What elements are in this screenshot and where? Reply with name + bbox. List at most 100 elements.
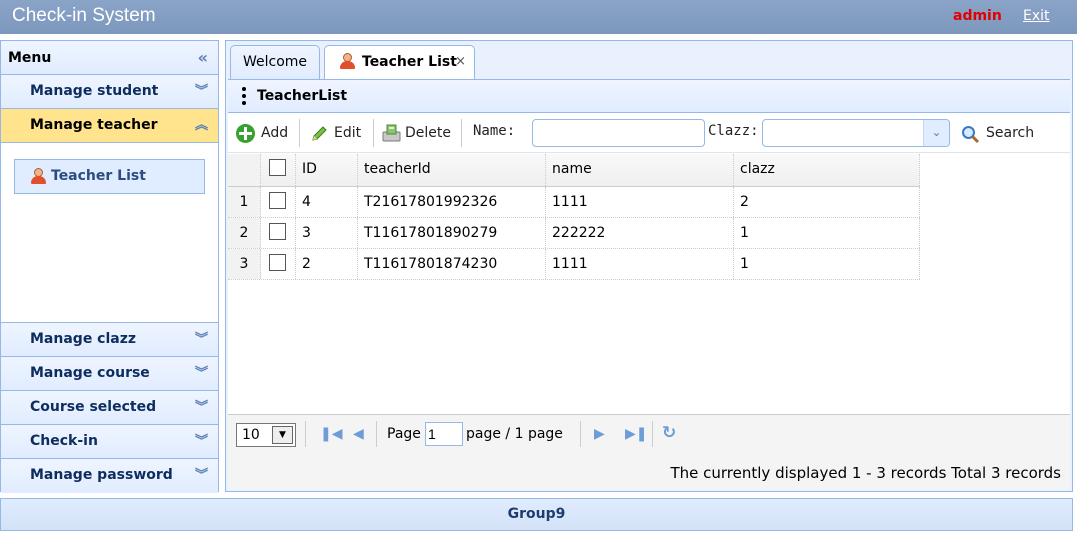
search-button[interactable]: Search	[961, 121, 1043, 145]
sidebar-item-label: Manage student	[30, 83, 159, 99]
cell-teacherid: T21617801992326	[358, 187, 546, 217]
cell-clazz: 2	[734, 187, 920, 217]
toolbar-separator	[299, 119, 300, 147]
pager-separator	[376, 421, 377, 447]
prev-page-icon[interactable]: ◀	[353, 426, 364, 442]
edit-label: Edit	[334, 125, 362, 141]
clazz-label: Clazz:	[708, 123, 759, 139]
top-header: Check-in System admin Exit	[0, 0, 1077, 34]
sidebar-item-check-in[interactable]: Check-in ︾	[1, 425, 218, 459]
column-header-clazz[interactable]: clazz	[734, 154, 920, 186]
sidebar-item-label: Manage clazz	[30, 331, 137, 347]
cell-id: 2	[296, 249, 358, 279]
cell-name: 1111	[546, 187, 734, 217]
delete-label: Delete	[405, 125, 451, 141]
footer: Group9	[0, 498, 1073, 531]
pagination-bar: 10 ▼ ❚◀ ◀ Page page / 1 page ▶ ▶❚ ↻ The …	[228, 414, 1070, 490]
sidebar-item-label: Manage password	[30, 467, 173, 483]
clazz-select[interactable]: ⌄	[762, 119, 950, 147]
row-checkbox[interactable]	[269, 254, 286, 271]
column-header-teacherid[interactable]: teacherId	[358, 154, 546, 186]
sidebar-item-manage-course[interactable]: Manage course ︾	[1, 357, 218, 391]
chevron-down-icon: ︾	[194, 332, 208, 347]
cell-teacherid: T11617801874230	[358, 249, 546, 279]
select-all-checkbox[interactable]	[269, 159, 286, 176]
sidebar-item-manage-teacher[interactable]: Manage teacher ︽	[1, 109, 218, 143]
records-summary: The currently displayed 1 - 3 records To…	[670, 464, 1061, 482]
menu-title: Menu	[8, 50, 52, 66]
delete-button[interactable]: Delete	[380, 121, 456, 145]
toolbar-separator	[373, 119, 374, 147]
page-total-text: page / 1 page	[466, 426, 563, 442]
person-icon	[30, 168, 47, 184]
sidebar-item-manage-password[interactable]: Manage password ︾	[1, 459, 218, 493]
toolbar-separator	[461, 119, 462, 147]
chevron-down-icon: ︾	[194, 434, 208, 449]
cell-clazz: 1	[734, 249, 920, 279]
sidebar-item-manage-student[interactable]: Manage student ︾	[1, 75, 218, 109]
app-title: Check-in System	[12, 5, 156, 26]
close-icon[interactable]: ×	[455, 46, 466, 78]
sidebar-menu: Menu « Manage student ︾ Manage teacher ︽…	[0, 40, 219, 493]
chevron-down-icon[interactable]: ⌄	[923, 120, 949, 146]
table-row[interactable]: 1 4 T21617801992326 1111 2	[228, 187, 920, 218]
cell-teacherid: T11617801890279	[358, 218, 546, 248]
search-icon	[962, 126, 980, 144]
row-checkbox[interactable]	[269, 192, 286, 209]
next-page-icon[interactable]: ▶	[594, 426, 605, 442]
first-page-icon[interactable]: ❚◀	[320, 426, 343, 442]
edit-button[interactable]: Edit	[308, 121, 368, 145]
add-label: Add	[261, 125, 289, 141]
page-size-value: 10	[242, 427, 260, 443]
tab-welcome[interactable]: Welcome	[230, 45, 320, 79]
name-input[interactable]	[532, 119, 705, 147]
row-number: 3	[228, 249, 261, 279]
sidebar-item-label: Manage course	[30, 365, 150, 381]
add-button[interactable]: Add	[236, 121, 294, 145]
teacher-table: ID teacherId name clazz 1 4 T21617801992…	[228, 154, 1070, 280]
sidebar-item-label: Manage teacher	[30, 117, 158, 133]
last-page-icon[interactable]: ▶❚	[625, 426, 648, 442]
main-area: Welcome Teacher List × TeacherList Add E…	[225, 40, 1073, 492]
row-checkbox[interactable]	[269, 223, 286, 240]
sidebar-item-manage-clazz[interactable]: Manage clazz ︾	[1, 323, 218, 357]
panel-header: TeacherList	[228, 80, 1070, 113]
sidebar-item-label: Course selected	[30, 399, 157, 415]
row-checkbox-cell	[261, 218, 296, 248]
sidebar-item-teacher-list[interactable]: Teacher List	[14, 159, 205, 194]
row-checkbox-cell	[261, 249, 296, 279]
table-row[interactable]: 3 2 T11617801874230 1111 1	[228, 249, 920, 280]
table-row[interactable]: 2 3 T11617801890279 222222 1	[228, 218, 920, 249]
sidebar-item-label: Check-in	[30, 433, 98, 449]
chevron-up-icon: ︽	[194, 118, 208, 133]
row-checkbox-cell	[261, 187, 296, 217]
cell-clazz: 1	[734, 218, 920, 248]
page-number-input[interactable]	[425, 422, 463, 446]
chevron-down-icon[interactable]: ▼	[272, 426, 293, 444]
chevron-down-icon: ︾	[194, 84, 208, 99]
tab-teacher-list[interactable]: Teacher List ×	[324, 45, 475, 80]
panel-title: TeacherList	[257, 88, 348, 104]
exit-link[interactable]: Exit	[1023, 8, 1050, 24]
cell-id: 4	[296, 187, 358, 217]
page-size-select[interactable]: 10 ▼	[236, 423, 296, 447]
sidebar-item-course-selected[interactable]: Course selected ︾	[1, 391, 218, 425]
column-header-id[interactable]: ID	[296, 154, 358, 186]
teacher-list-panel: TeacherList Add Edit Delete Name: Clazz:…	[228, 79, 1070, 490]
pager-separator	[305, 421, 306, 447]
table-header: ID teacherId name clazz	[228, 154, 920, 187]
refresh-icon[interactable]: ↻	[662, 423, 676, 443]
toolbar: Add Edit Delete Name: Clazz: ⌄ Search	[228, 113, 1070, 153]
current-user: admin	[953, 8, 1002, 24]
vertical-dots-icon	[242, 87, 246, 107]
teacher-submenu: Teacher List	[1, 143, 218, 323]
footer-text: Group9	[507, 506, 566, 522]
column-header-name[interactable]: name	[546, 154, 734, 186]
collapse-sidebar-icon[interactable]: «	[198, 41, 208, 75]
chevron-down-icon: ︾	[194, 468, 208, 483]
page-label: Page	[387, 426, 421, 442]
rownum-header	[228, 154, 261, 186]
cell-name: 1111	[546, 249, 734, 279]
chevron-down-icon: ︾	[194, 400, 208, 415]
pencil-icon	[312, 126, 327, 141]
